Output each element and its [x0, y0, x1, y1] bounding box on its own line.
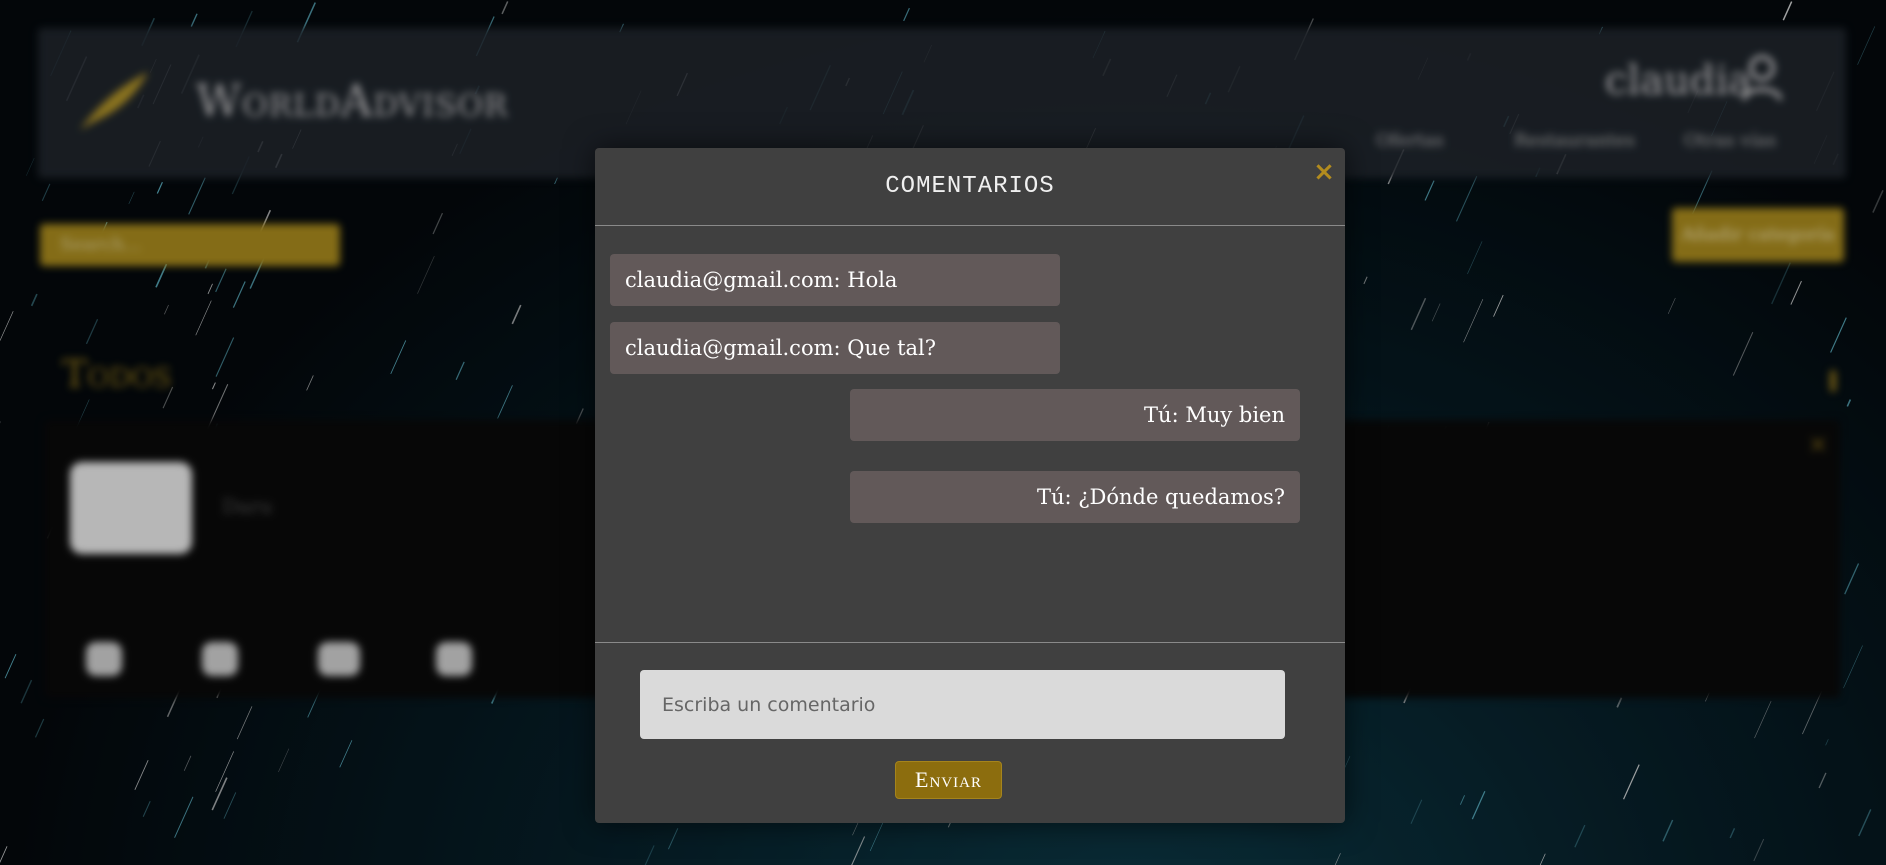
own-comment-bubble: Tú: Muy bien [850, 389, 1300, 441]
modal-title: COMENTARIOS [885, 173, 1055, 200]
header-divider [595, 225, 1345, 226]
comments-modal: COMENTARIOS × claudia@gmail.com: Hola cl… [595, 148, 1345, 823]
comment-bubble: claudia@gmail.com: Que tal? [610, 322, 1060, 374]
footer-divider [595, 642, 1345, 643]
close-icon[interactable]: × [1309, 156, 1339, 188]
send-button[interactable]: Enviar [895, 761, 1002, 799]
own-comment-bubble: Tú: ¿Dónde quedamos? [850, 471, 1300, 523]
comment-input[interactable] [640, 670, 1285, 739]
comment-bubble: claudia@gmail.com: Hola [610, 254, 1060, 306]
